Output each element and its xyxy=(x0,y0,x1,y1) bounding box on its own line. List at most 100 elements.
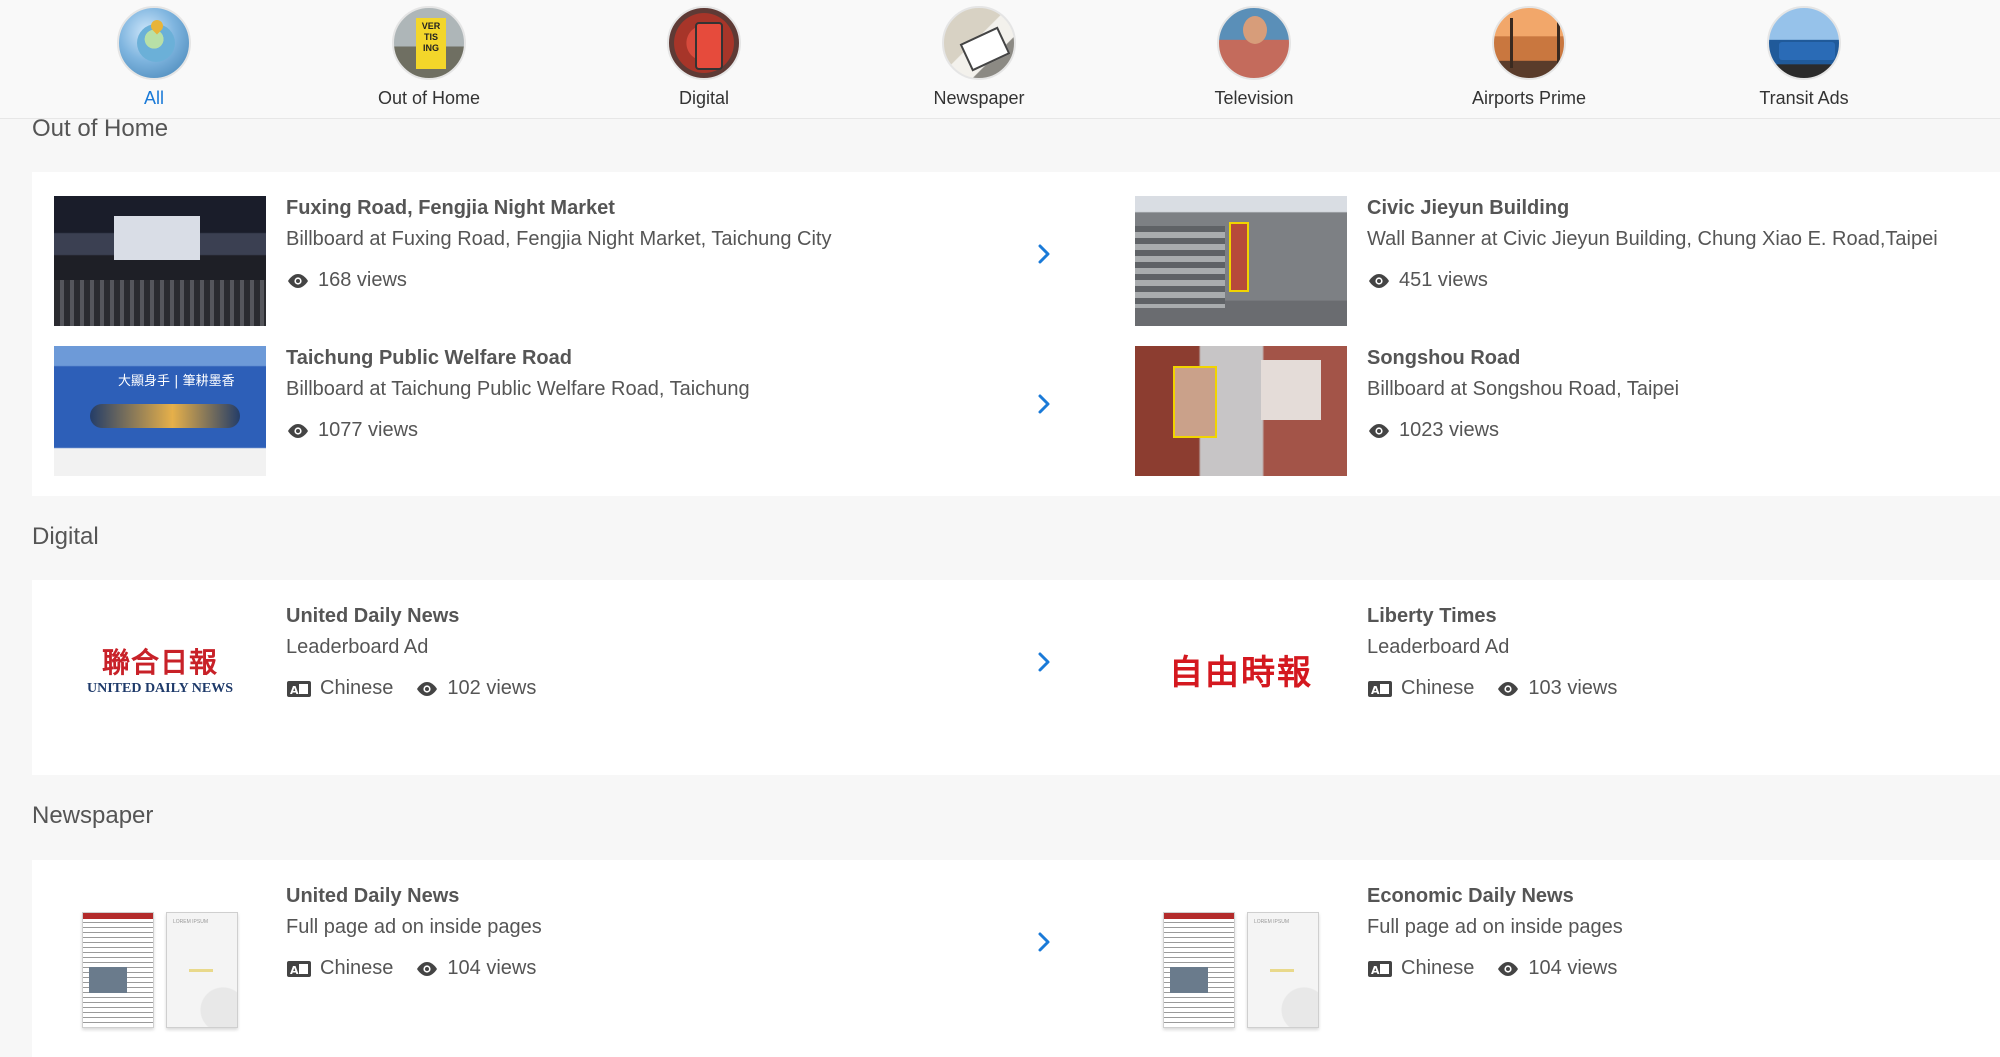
listing-title: Economic Daily News xyxy=(1367,885,1574,907)
logo-text-en: UNITED DAILY NEWS xyxy=(86,681,233,696)
section-panel-out-of-home: Fuxing Road, Fengjia Night Market Billbo… xyxy=(32,172,2000,496)
views-count: 1023 views xyxy=(1367,419,1499,442)
listing-card[interactable]: 自由時報 Liberty Times Leaderboard Ad A Chin… xyxy=(1135,604,2000,734)
eye-icon xyxy=(286,423,310,439)
section-panel-newspaper: United Daily News Full page ad on inside… xyxy=(32,860,2000,1057)
liberty-times-logo: 自由時報 xyxy=(1135,604,1347,734)
views-count: 451 views xyxy=(1367,269,1488,292)
category-label: Airports Prime xyxy=(1471,88,1587,108)
newspaper-ad-page xyxy=(1247,912,1319,1028)
category-out-of-home[interactable]: Out of Home xyxy=(329,6,529,109)
listing-subtitle: Billboard at Fuxing Road, Fengjia Night … xyxy=(286,228,832,250)
night-market-billboard-image xyxy=(54,196,266,326)
category-label: All xyxy=(143,88,164,108)
eye-icon xyxy=(415,681,439,697)
views-text: 104 views xyxy=(447,957,537,979)
newspaper-pages-image xyxy=(1135,884,1347,1034)
eye-icon xyxy=(415,961,439,977)
language-tag: A Chinese xyxy=(286,677,393,700)
listing-title: United Daily News xyxy=(286,885,460,907)
logo-text-zh: 自由時報 xyxy=(1169,652,1313,693)
language-tag: A Chinese xyxy=(1367,677,1474,700)
listing-title: Taichung Public Welfare Road xyxy=(286,347,572,369)
listing-subtitle: Leaderboard Ad xyxy=(1367,636,1510,658)
views-text: 1023 views xyxy=(1399,419,1500,441)
eye-icon xyxy=(1496,681,1520,697)
views-count: 102 views xyxy=(415,677,536,700)
listing-card[interactable]: Taichung Public Welfare Road Billboard a… xyxy=(54,346,1054,476)
category-label: Digital xyxy=(678,88,730,108)
chevron-right-icon[interactable] xyxy=(1032,242,1056,266)
views-count: 1077 views xyxy=(286,419,418,442)
language-text: Chinese xyxy=(320,957,394,979)
language-tag: A Chinese xyxy=(1367,957,1474,980)
category-partial[interactable]: P xyxy=(1979,6,2000,109)
listing-card[interactable]: Economic Daily News Full page ad on insi… xyxy=(1135,884,2000,1034)
newspaper-icon xyxy=(942,6,1016,80)
category-transit-ads[interactable]: Transit Ads xyxy=(1704,6,1904,109)
chevron-right-icon[interactable] xyxy=(1032,930,1056,954)
songshou-road-billboard-image xyxy=(1135,346,1347,476)
category-newspaper[interactable]: Newspaper xyxy=(879,6,1079,109)
language-icon: A xyxy=(1367,960,1393,978)
listing-subtitle: Billboard at Taichung Public Welfare Roa… xyxy=(286,378,750,400)
listing-card[interactable]: Civic Jieyun Building Wall Banner at Civ… xyxy=(1135,196,2000,326)
eye-icon xyxy=(1367,423,1391,439)
tv-presenter-icon xyxy=(1217,6,1291,80)
language-icon: A xyxy=(286,960,312,978)
svg-text:A: A xyxy=(290,964,299,977)
globe-pins-icon xyxy=(117,6,191,80)
newspaper-front-page xyxy=(82,912,154,1028)
section-title-out-of-home: Out of Home xyxy=(32,115,169,142)
category-label: Newspaper xyxy=(933,88,1025,108)
views-count: 104 views xyxy=(1496,957,1617,980)
language-icon: A xyxy=(1367,680,1393,698)
listing-card[interactable]: 聯合日報 UNITED DAILY NEWS United Daily News… xyxy=(54,604,1054,734)
airport-icon xyxy=(1492,6,1566,80)
listing-subtitle: Full page ad on inside pages xyxy=(1367,916,1623,938)
section-title-newspaper: Newspaper xyxy=(32,802,154,829)
section-panel-digital: 聯合日報 UNITED DAILY NEWS United Daily News… xyxy=(32,580,2000,775)
listing-subtitle: Full page ad on inside pages xyxy=(286,916,542,938)
category-bar: All Out of Home Digital Newspaper Televi… xyxy=(0,0,2000,119)
views-text: 451 views xyxy=(1399,269,1488,291)
svg-text:A: A xyxy=(290,684,299,697)
chevron-right-icon[interactable] xyxy=(1032,392,1056,416)
language-text: Chinese xyxy=(1401,957,1475,979)
listing-subtitle: Leaderboard Ad xyxy=(286,636,429,658)
category-label: Out of Home xyxy=(377,88,481,108)
listing-card[interactable]: United Daily News Full page ad on inside… xyxy=(54,884,1054,1034)
views-text: 103 views xyxy=(1528,677,1618,699)
views-text: 104 views xyxy=(1528,957,1618,979)
eye-icon xyxy=(1367,273,1391,289)
eye-icon xyxy=(1496,961,1520,977)
listing-subtitle: Billboard at Songshou Road, Taipei xyxy=(1367,378,1680,400)
category-television[interactable]: Television xyxy=(1154,6,1354,109)
views-text: 168 views xyxy=(318,269,407,291)
listing-card[interactable]: Songshou Road Billboard at Songshou Road… xyxy=(1135,346,2000,476)
listing-title: Songshou Road xyxy=(1367,347,1521,369)
logo-text-zh: 聯合日報 xyxy=(101,646,218,679)
listing-card[interactable]: Fuxing Road, Fengjia Night Market Billbo… xyxy=(54,196,1054,326)
listing-title: Civic Jieyun Building xyxy=(1367,197,1570,219)
listing-title: Fuxing Road, Fengjia Night Market xyxy=(286,197,615,219)
views-text: 102 views xyxy=(447,677,537,699)
listing-title: Liberty Times xyxy=(1367,605,1497,627)
section-title-digital: Digital xyxy=(32,523,99,550)
category-airports-prime[interactable]: Airports Prime xyxy=(1429,6,1629,109)
newspaper-ad-page xyxy=(166,912,238,1028)
svg-text:A: A xyxy=(1371,964,1380,977)
chevron-right-icon[interactable] xyxy=(1032,650,1056,674)
views-count: 104 views xyxy=(415,957,536,980)
category-digital[interactable]: Digital xyxy=(604,6,804,109)
category-all[interactable]: All xyxy=(54,6,254,109)
bus-icon xyxy=(1767,6,1841,80)
smartphone-icon xyxy=(667,6,741,80)
views-text: 1077 views xyxy=(318,419,419,441)
listing-title: United Daily News xyxy=(286,605,460,627)
category-label: Television xyxy=(1214,88,1294,108)
svg-text:A: A xyxy=(1371,684,1380,697)
united-daily-news-logo: 聯合日報 UNITED DAILY NEWS xyxy=(54,604,266,734)
language-text: Chinese xyxy=(1401,677,1475,699)
views-count: 103 views xyxy=(1496,677,1617,700)
